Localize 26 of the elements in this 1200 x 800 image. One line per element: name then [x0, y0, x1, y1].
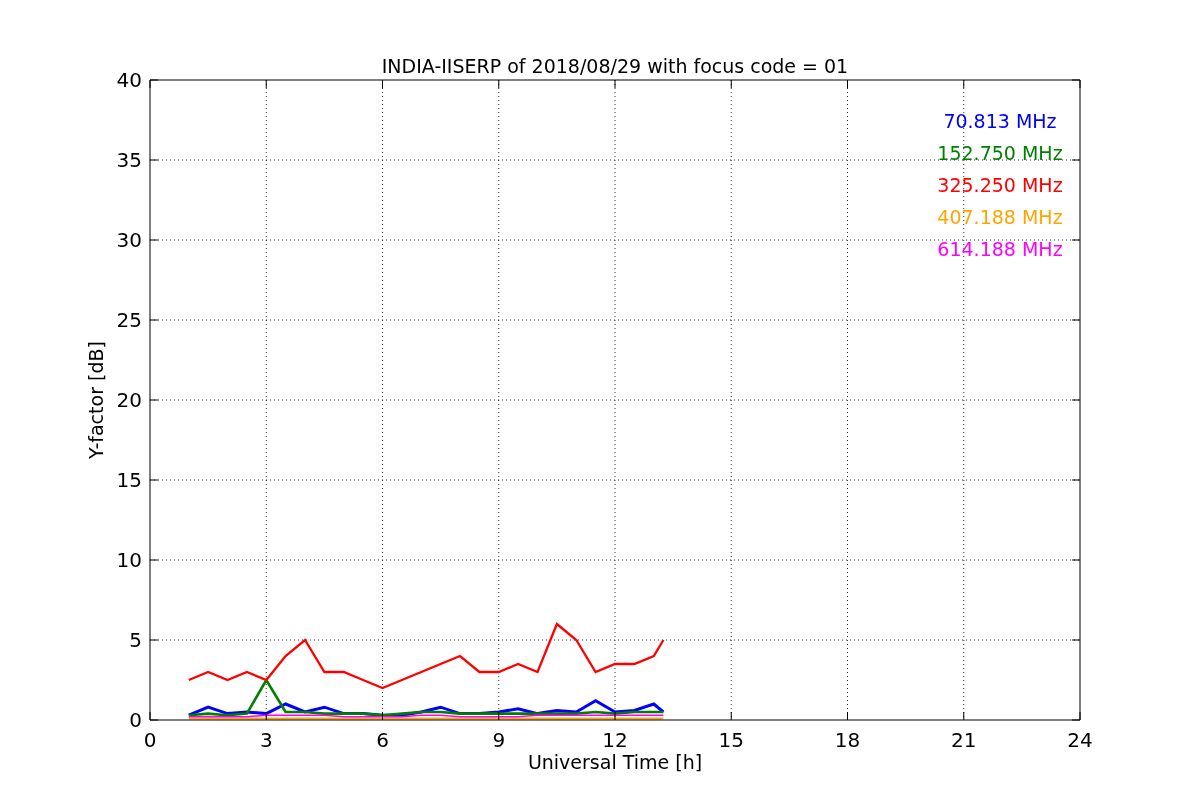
x-tick-label: 21 — [951, 728, 977, 752]
x-tick-label: 18 — [834, 728, 861, 752]
y-tick-label: 20 — [116, 388, 142, 412]
y-tick-label: 40 — [116, 68, 142, 92]
legend-label: 407.188 MHz — [937, 206, 1063, 228]
x-axis-label: Universal Time [h] — [527, 751, 703, 773]
x-tick-label: 3 — [259, 728, 273, 752]
legend-label: 325.250 MHz — [937, 174, 1063, 196]
y-tick-label: 15 — [116, 468, 142, 492]
y-tick-label: 0 — [129, 708, 142, 732]
x-tick-label: 0 — [143, 728, 157, 752]
y-tick-label: 35 — [116, 148, 142, 172]
x-tick-label: 6 — [376, 728, 389, 752]
y-tick-label: 25 — [116, 308, 142, 332]
y-tick-label: 5 — [129, 628, 142, 652]
y-tick-label: 30 — [116, 228, 142, 252]
x-tick-label: 15 — [718, 728, 744, 752]
legend-label: 70.813 MHz — [943, 110, 1057, 132]
x-tick-label: 9 — [492, 728, 506, 752]
legend-label: 152.750 MHz — [937, 142, 1063, 164]
y-axis-label: Y-factor [dB] — [85, 341, 107, 459]
x-tick-label: 12 — [602, 728, 628, 752]
y-tick-label: 10 — [116, 548, 142, 572]
x-tick-label: 24 — [1067, 728, 1093, 752]
chart-title: INDIA-IISERP of 2018/08/29 with focus code = 01 — [381, 55, 849, 77]
legend-label: 614.188 MHz — [937, 238, 1063, 260]
